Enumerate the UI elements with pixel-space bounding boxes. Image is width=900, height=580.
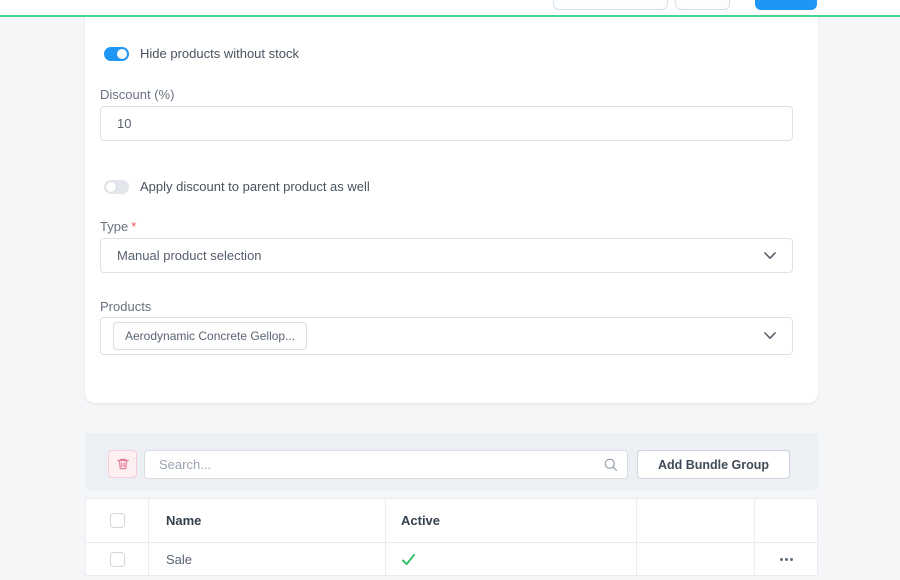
bundle-settings-card: Hide products without stock Discount (%)…	[85, 17, 818, 403]
hide-products-toggle[interactable]	[104, 47, 129, 61]
accent-divider	[0, 15, 900, 17]
discount-label: Discount (%)	[100, 87, 174, 102]
toggle-knob	[106, 182, 116, 192]
selected-product-tag[interactable]: Aerodynamic Concrete Gellop...	[113, 322, 307, 350]
check-icon	[401, 553, 416, 566]
add-bundle-group-button[interactable]: Add Bundle Group	[637, 450, 790, 479]
row-active-cell	[386, 543, 637, 575]
chevron-down-icon	[764, 252, 776, 260]
parent-discount-toggle[interactable]	[104, 180, 129, 194]
bundle-groups-toolbar: Add Bundle Group	[85, 433, 818, 490]
column-header-name: Name	[149, 499, 386, 542]
column-header-actions	[755, 499, 817, 542]
discount-input[interactable]	[100, 106, 793, 141]
row-empty-cell	[637, 543, 755, 575]
search-icon	[603, 457, 618, 477]
type-select-value: Manual product selection	[101, 248, 262, 263]
column-header-active: Active	[386, 499, 637, 542]
topbar-button-1[interactable]	[553, 0, 668, 10]
type-label: Type*	[100, 219, 136, 234]
bundle-groups-table: Name Active Sale	[85, 498, 818, 576]
trash-icon	[116, 457, 130, 471]
ellipsis-icon[interactable]	[776, 554, 797, 565]
search-input[interactable]	[144, 450, 628, 479]
table-header-row: Name Active	[86, 499, 817, 543]
select-all-checkbox[interactable]	[110, 513, 125, 528]
products-multiselect[interactable]: Aerodynamic Concrete Gellop...	[100, 317, 793, 355]
search-field-wrap	[144, 450, 628, 479]
hide-products-toggle-row: Hide products without stock	[104, 46, 299, 61]
products-label: Products	[100, 299, 151, 314]
row-name-cell: Sale	[149, 543, 386, 575]
hide-products-toggle-label: Hide products without stock	[140, 46, 299, 61]
chevron-down-icon	[764, 332, 776, 340]
row-checkbox[interactable]	[110, 552, 125, 567]
type-label-text: Type	[100, 219, 128, 234]
topbar-button-2[interactable]	[675, 0, 730, 10]
table-row: Sale	[86, 543, 817, 576]
parent-discount-toggle-row: Apply discount to parent product as well	[104, 179, 370, 194]
required-asterisk: *	[131, 219, 136, 234]
row-checkbox-cell	[86, 543, 149, 575]
header-checkbox-cell	[86, 499, 149, 542]
topbar-primary-button[interactable]	[755, 0, 817, 10]
type-select[interactable]: Manual product selection	[100, 238, 793, 273]
parent-discount-toggle-label: Apply discount to parent product as well	[140, 179, 370, 194]
column-header-empty	[637, 499, 755, 542]
top-toolbar	[0, 0, 900, 15]
toggle-knob	[117, 49, 127, 59]
row-actions-cell	[755, 543, 817, 575]
delete-selected-button[interactable]	[108, 450, 137, 478]
